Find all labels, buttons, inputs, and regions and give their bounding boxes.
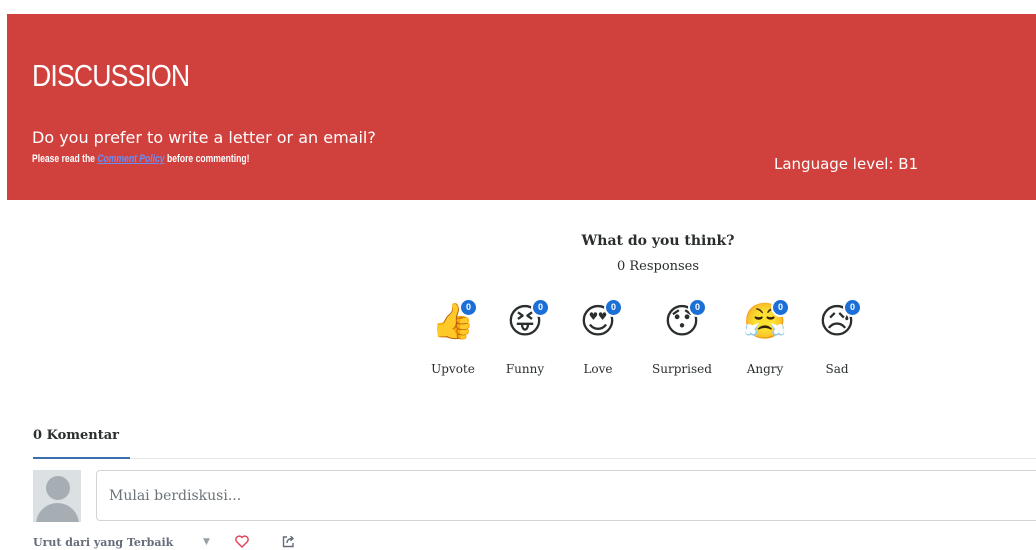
tab-divider (130, 458, 1036, 459)
sad-icon: 😥 0 (815, 298, 862, 346)
heart-icon[interactable] (235, 533, 249, 550)
banner-title: DISCUSSION (32, 58, 190, 93)
chevron-down-icon[interactable]: ▼ (203, 537, 210, 547)
reaction-label: Upvote (431, 362, 475, 376)
avatar (33, 470, 81, 522)
comment-input[interactable] (96, 470, 1036, 521)
policy-suffix: before commenting! (164, 153, 250, 165)
love-icon: 😍 0 (576, 298, 623, 346)
reaction-count-badge: 0 (688, 298, 707, 317)
reaction-label: Funny (505, 362, 545, 376)
comment-policy-notice: Please read the Comment Policy before co… (32, 153, 249, 165)
reaction-surprised[interactable]: 😯 0 Surprised (642, 298, 722, 376)
reaction-label: Surprised (652, 362, 712, 376)
language-level: Language level: B1 (774, 155, 919, 173)
responses-count: 0 Responses (616, 259, 700, 274)
angry-icon: 😤 0 (743, 298, 790, 346)
reaction-love[interactable]: 😍 0 Love (558, 298, 638, 376)
comment-policy-link[interactable]: Comment Policy (97, 153, 164, 165)
funny-icon: 😝 0 (503, 298, 550, 346)
reaction-label: Love (583, 362, 613, 376)
reactions-heading: What do you think? (581, 233, 735, 249)
reaction-count-badge: 0 (531, 298, 550, 317)
sort-dropdown[interactable]: Urut dari yang Terbaik (33, 536, 173, 549)
active-tab-indicator (33, 457, 130, 459)
avatar-head (46, 476, 70, 500)
reaction-label: Sad (825, 362, 849, 376)
reaction-sad[interactable]: 😥 0 Sad (797, 298, 877, 376)
thumbs-up-icon: 👍 0 (431, 298, 478, 346)
avatar-shoulders (36, 503, 79, 522)
tab-comments-count[interactable]: 0 Komentar (33, 428, 119, 443)
reaction-label: Angry (746, 362, 784, 376)
policy-prefix: Please read the (32, 153, 98, 165)
share-icon[interactable] (282, 533, 295, 550)
reaction-funny[interactable]: 😝 0 Funny (485, 298, 565, 376)
reaction-count-badge: 0 (459, 298, 478, 317)
reaction-count-badge: 0 (843, 298, 862, 317)
discussion-banner: DISCUSSION Do you prefer to write a lett… (7, 14, 1036, 200)
reaction-count-badge: 0 (604, 298, 623, 317)
reaction-count-badge: 0 (771, 298, 790, 317)
surprised-icon: 😯 0 (660, 298, 707, 346)
reaction-upvote[interactable]: 👍 0 Upvote (413, 298, 493, 376)
reaction-angry[interactable]: 😤 0 Angry (725, 298, 805, 376)
discussion-question: Do you prefer to write a letter or an em… (32, 128, 376, 147)
